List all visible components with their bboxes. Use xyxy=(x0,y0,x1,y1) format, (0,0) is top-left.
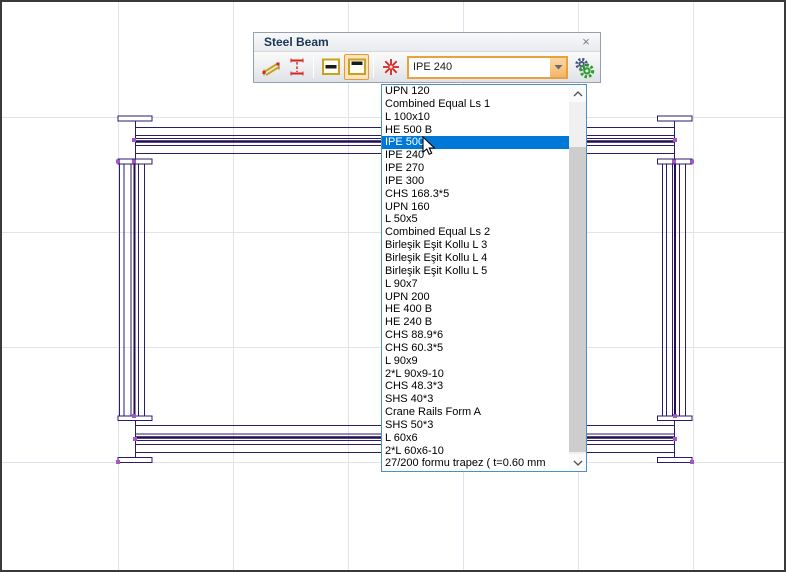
list-item[interactable]: 27/200 formu trapez ( t=0.60 mm xyxy=(382,457,569,470)
profile-catalog-gears-icon xyxy=(572,55,597,80)
dialog-title: Steel Beam xyxy=(264,35,329,49)
create-beam-icon xyxy=(260,56,282,78)
combobox-dropdown-button[interactable] xyxy=(550,58,566,77)
profile-list: UPN 120Combined Equal Ls 1L 100x10HE 500… xyxy=(382,85,569,471)
list-item[interactable]: SHS 40*3 xyxy=(382,393,569,406)
mouse-cursor-icon xyxy=(422,136,436,156)
scroll-up-button[interactable] xyxy=(569,85,586,102)
toolbar-separator xyxy=(313,56,314,78)
list-item[interactable]: Birleşik Eşit Kollu L 4 xyxy=(382,252,569,265)
scroll-down-button[interactable] xyxy=(569,454,586,471)
list-item-selected[interactable]: IPE 500 xyxy=(382,136,569,149)
close-icon[interactable]: × xyxy=(578,34,594,50)
list-item[interactable]: 2*L 90x9-10 xyxy=(382,368,569,381)
chevron-up-icon xyxy=(573,91,583,97)
chevron-down-icon xyxy=(573,460,583,466)
list-item[interactable]: L 90x9 xyxy=(382,355,569,368)
list-item[interactable]: UPN 200 xyxy=(382,291,569,304)
point-asterisk-icon xyxy=(380,56,402,78)
list-item[interactable]: Combined Equal Ls 2 xyxy=(382,226,569,239)
scrollbar-thumb[interactable] xyxy=(569,147,586,452)
list-item[interactable]: Birleşik Eşit Kollu L 5 xyxy=(382,265,569,278)
list-item[interactable]: UPN 120 xyxy=(382,85,569,98)
list-item[interactable]: Birleşik Eşit Kollu L 3 xyxy=(382,239,569,252)
list-item[interactable]: Combined Equal Ls 1 xyxy=(382,98,569,111)
dropdown-scrollbar[interactable] xyxy=(569,85,586,471)
list-item[interactable]: SHS 50*3 xyxy=(382,419,569,432)
list-item[interactable]: L 100x10 xyxy=(382,111,569,124)
profile-dropdown-list: UPN 120Combined Equal Ls 1L 100x10HE 500… xyxy=(381,84,587,472)
list-item[interactable]: UPN 160 xyxy=(382,201,569,214)
profile-combobox[interactable]: IPE 240 xyxy=(407,56,568,79)
position-top-button[interactable] xyxy=(344,54,369,80)
list-item[interactable]: HE 240 B xyxy=(382,316,569,329)
list-item[interactable]: CHS 88.9*6 xyxy=(382,329,569,342)
list-item[interactable]: CHS 48.3*3 xyxy=(382,380,569,393)
create-column-icon xyxy=(286,56,308,78)
list-item[interactable]: L 60x6 xyxy=(382,432,569,445)
list-item[interactable]: L 50x5 xyxy=(382,213,569,226)
list-item[interactable]: IPE 300 xyxy=(382,175,569,188)
create-beam-button[interactable] xyxy=(258,54,283,80)
list-item[interactable]: IPE 240 xyxy=(382,149,569,162)
list-item[interactable]: IPE 270 xyxy=(382,162,569,175)
profile-catalog-button[interactable] xyxy=(571,54,597,80)
list-item[interactable]: Crane Rails Form A xyxy=(382,406,569,419)
list-item[interactable]: CHS 60.3*5 xyxy=(382,342,569,355)
chevron-down-icon xyxy=(554,64,563,70)
position-top-icon xyxy=(346,56,368,78)
position-middle-button[interactable] xyxy=(318,54,343,80)
steel-beam-dialog: Steel Beam × xyxy=(253,32,601,83)
list-item[interactable]: HE 500 B xyxy=(382,124,569,137)
list-item[interactable]: HE 400 B xyxy=(382,303,569,316)
toolbar-separator xyxy=(373,56,374,78)
position-middle-icon xyxy=(320,56,342,78)
create-column-button[interactable] xyxy=(284,54,309,80)
create-polybeam-button[interactable] xyxy=(378,54,403,80)
dialog-titlebar[interactable]: Steel Beam × xyxy=(254,33,600,51)
list-item[interactable]: 2*L 60x6-10 xyxy=(382,445,569,458)
dialog-toolbar: IPE 240 xyxy=(254,51,600,82)
list-item[interactable]: L 90x7 xyxy=(382,278,569,291)
list-item[interactable]: CHS 168.3*5 xyxy=(382,188,569,201)
profile-combobox-value: IPE 240 xyxy=(409,58,550,77)
cad-app-window: Steel Beam × xyxy=(0,0,786,572)
